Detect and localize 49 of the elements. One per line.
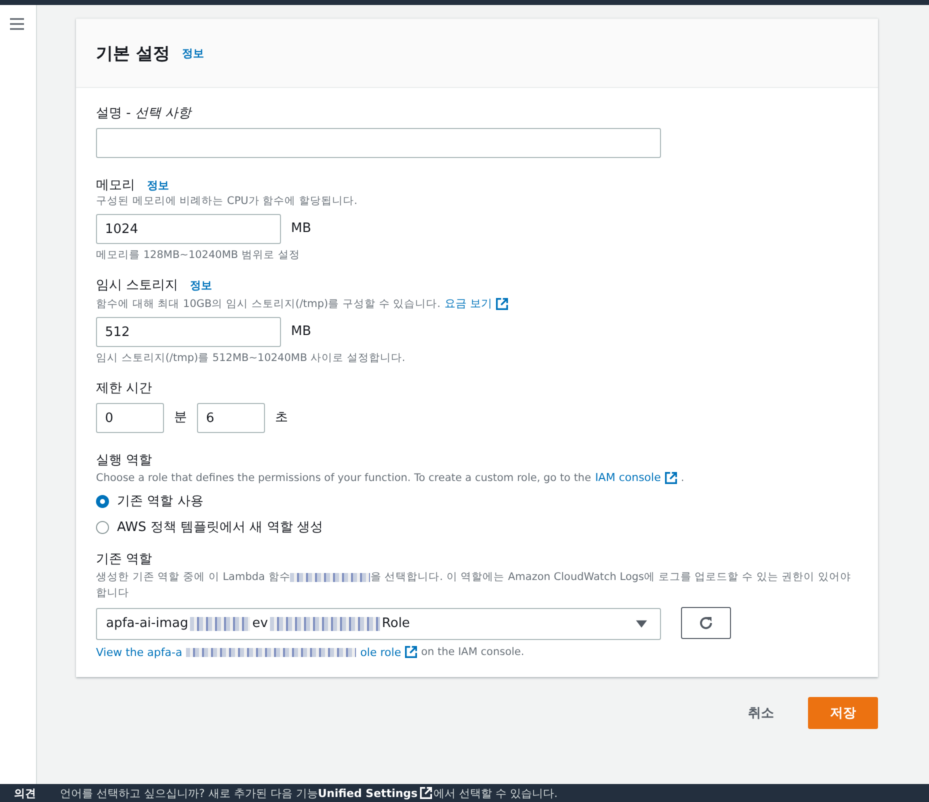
refresh-button[interactable] xyxy=(681,606,731,638)
minutes-field[interactable]: 0 xyxy=(96,403,164,433)
unit-label: 분 xyxy=(174,409,187,426)
field-label: 설명 - 선택 사항 xyxy=(96,105,192,122)
caret-icon xyxy=(636,620,647,628)
external-link-icon xyxy=(405,646,418,658)
unit-label: MB xyxy=(291,220,312,236)
panel-title: 기본 설정 xyxy=(96,42,170,64)
radio-label: AWS 정책 템플릿에서 새 역할 생성 xyxy=(117,519,323,536)
description-field[interactable] xyxy=(96,128,661,158)
info-link[interactable]: 정보 xyxy=(182,46,204,60)
role-link[interactable]: ole role xyxy=(360,646,402,658)
iam-console-link[interactable]: IAM console xyxy=(595,471,661,484)
field-constraint: 메모리를 128MB~10240MB 범위로 설정 xyxy=(96,248,300,262)
footer-message: 언어를 선택하고 싶으십니까? 새로 추가된 다음 기능 xyxy=(60,786,318,800)
field-label: 제한 시간 xyxy=(96,380,152,397)
unit-label: 초 xyxy=(275,409,288,426)
field-label: 임시 스토리지 xyxy=(96,277,178,294)
field-label: 메모리 xyxy=(96,177,135,194)
info-link[interactable]: 정보 xyxy=(190,278,212,292)
role-link[interactable]: View the apfa-a xyxy=(96,646,182,658)
radio-button[interactable] xyxy=(96,494,109,508)
unit-label: MB xyxy=(291,324,312,338)
cancel-button[interactable]: 취소 xyxy=(742,702,780,722)
settings-link[interactable]: Unified Settings xyxy=(318,786,418,800)
period-text: . xyxy=(680,472,684,484)
external-link-icon xyxy=(420,787,432,799)
external-link-icon xyxy=(496,298,508,310)
field-label: 기존 역할 xyxy=(96,551,152,568)
footer-message: 에서 선택할 수 있습니다. xyxy=(434,786,558,800)
info-link[interactable]: 정보 xyxy=(147,178,169,192)
field-constraint: 임시 스토리지(/tmp)를 512MB~10240MB 사이로 설정합니다. xyxy=(96,351,406,365)
seconds-field[interactable]: 6 xyxy=(197,403,265,433)
menu-icon[interactable] xyxy=(10,18,24,30)
radio-button[interactable] xyxy=(96,520,109,534)
refresh-icon xyxy=(698,614,714,630)
field-label: 실행 역할 xyxy=(96,452,152,469)
field-hint: on the IAM console. xyxy=(421,646,524,658)
feedback-link[interactable]: 의견 xyxy=(14,786,36,800)
field-hint: 함수에 대해 최대 10GB의 임시 스토리지(/tmp)를 구성할 수 있습니다. xyxy=(96,296,440,310)
radio-label: 기존 역할 사용 xyxy=(117,493,204,510)
external-link-icon xyxy=(664,472,677,484)
storage-field[interactable]: 512 xyxy=(96,317,281,347)
field-hint: 생성한 기존 역할 중에 이 Lambda 함수 을 선택합니다. 이 역할에는 Amazon CloudWatch Logs에 로그를 업로드할 수 있는 권한이 있어야 합니다 xyxy=(96,570,852,601)
role-select[interactable]: apfa-ai-imag ev Role xyxy=(96,608,661,640)
field-hint: 구성된 메모리에 비례하는 CPU가 함수에 할당됩니다. xyxy=(96,194,358,208)
memory-field[interactable]: 1024 xyxy=(96,214,281,244)
pricing-link[interactable]: 요금 보기 xyxy=(444,296,492,311)
field-hint: Choose a role that defines the permissions of your function. To create a custom role, go to the xyxy=(96,472,592,484)
